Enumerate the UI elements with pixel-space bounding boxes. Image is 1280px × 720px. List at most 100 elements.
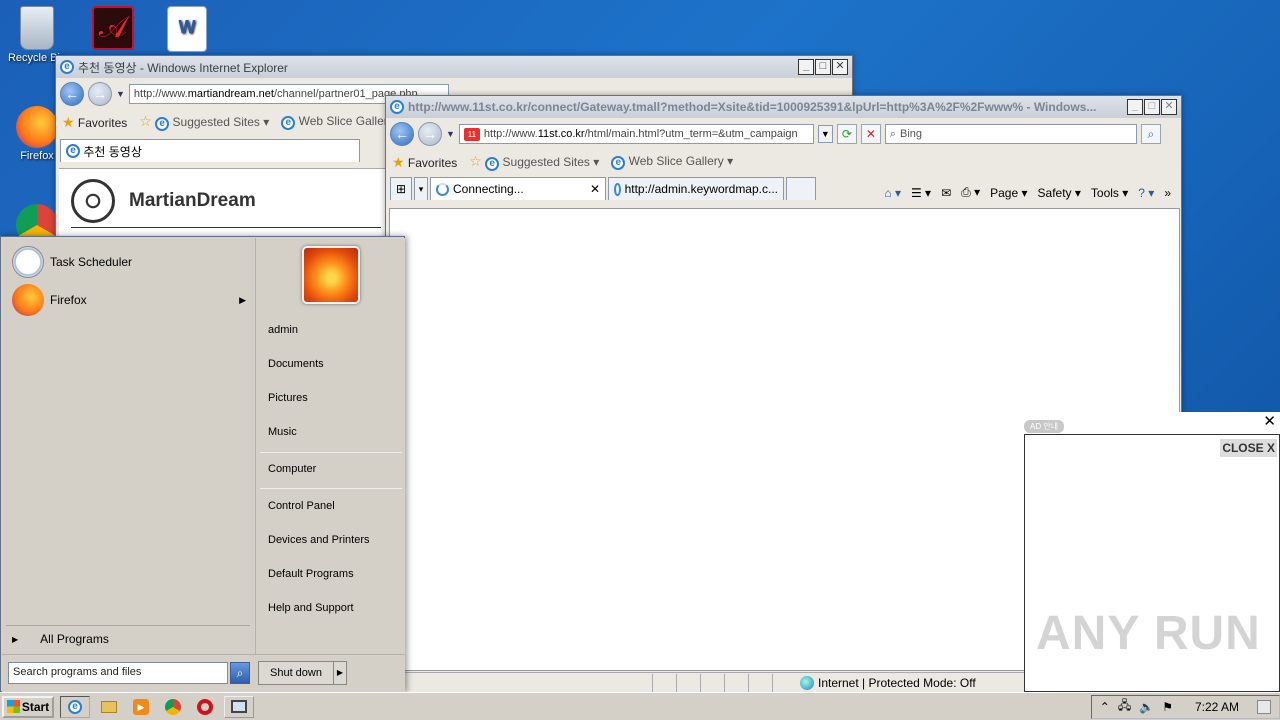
taskbar-chrome[interactable] (160, 696, 186, 718)
favorites-button[interactable]: ★ Favorites (392, 154, 457, 171)
maximize-button[interactable]: □ (815, 59, 831, 75)
forward-button[interactable]: → (88, 82, 112, 106)
tab-martiandream[interactable]: e 추천 동영상 (60, 139, 360, 162)
taskbar: Start e ▶ ⌃ 🖧 🔈 ⚑ 7:22 AM (0, 692, 1280, 720)
desktop-icon-acrobat[interactable]: 𝒜 (78, 6, 148, 52)
address-host: martiandream.net (187, 88, 274, 100)
opera-icon (197, 698, 213, 715)
show-hidden-icons-icon[interactable]: ⌃ (1100, 700, 1110, 714)
page-menu[interactable]: Page ▾ (990, 186, 1027, 200)
search-button[interactable]: ⌕ (1140, 124, 1161, 144)
volume-icon[interactable]: 🔈 (1139, 700, 1154, 714)
taskbar-media-player[interactable]: ▶ (128, 696, 154, 718)
web-slice-gallery-link[interactable]: e Web Slice Gallery (281, 114, 394, 130)
safety-menu[interactable]: Safety ▾ (1038, 186, 1081, 200)
home-icon[interactable]: ⌂ ▾ (884, 186, 901, 200)
address-bar[interactable]: 11 http://www. 11st.co.kr/html/main.html?… (458, 124, 814, 144)
start-link-music[interactable]: Music (268, 426, 297, 438)
start-button[interactable]: Start (2, 695, 54, 718)
program-firefox[interactable]: Firefox ▶ (12, 284, 246, 316)
favorites-button[interactable]: ★ Favorites (62, 114, 127, 131)
close-icon[interactable]: ✕ (1263, 412, 1276, 430)
web-slice-gallery-link[interactable]: e Web Slice Gallery ▾ (611, 154, 733, 170)
network-icon[interactable]: 🖧 (1118, 696, 1131, 717)
start-link-default-programs[interactable]: Default Programs (268, 568, 354, 580)
tab-connecting[interactable]: Connecting... ✕ (430, 177, 606, 200)
overflow-chevron-icon[interactable]: » (1164, 186, 1171, 200)
site-favicon-icon: 11 (463, 127, 480, 141)
help-icon[interactable]: ? ▾ (1138, 186, 1154, 200)
window-title: 추천 동영상 - Windows Internet Explorer (78, 60, 288, 75)
start-link-control-panel[interactable]: Control Panel (268, 500, 335, 512)
maximize-button[interactable]: □ (1144, 99, 1160, 115)
new-tab-button[interactable] (786, 177, 816, 200)
ad-close-button[interactable]: CLOSE X (1220, 439, 1277, 457)
taskbar-opera[interactable] (192, 696, 218, 718)
internet-zone-icon (800, 675, 814, 690)
ad-tag: AD 안내 (1024, 420, 1065, 433)
shutdown-options-button[interactable]: ▶ (333, 661, 347, 685)
refresh-button[interactable]: ⟳ (836, 124, 857, 144)
word-document-icon: W (167, 6, 207, 52)
mail-icon[interactable]: ✉ (941, 186, 951, 200)
anyrun-watermark: ANY RUN (1036, 607, 1261, 660)
start-link-pictures[interactable]: Pictures (268, 392, 308, 404)
start-menu-programs: Task Scheduler Firefox ▶ ▶ All Programs (2, 238, 254, 654)
suggested-sites-link[interactable]: ☆ e Suggested Sites ▾ (469, 153, 599, 171)
user-avatar[interactable] (302, 246, 360, 304)
taskbar-ie[interactable]: e (60, 695, 90, 718)
start-menu[interactable]: Task Scheduler Firefox ▶ ▶ All Programs … (0, 236, 405, 692)
start-search-button[interactable]: ⌕ (230, 662, 250, 684)
start-link-documents[interactable]: Documents (268, 358, 324, 370)
folder-icon (101, 700, 117, 713)
program-task-scheduler[interactable]: Task Scheduler (12, 246, 132, 278)
media-player-icon: ▶ (133, 698, 149, 715)
title-bar[interactable]: e 추천 동영상 - Windows Internet Explorer _ □… (56, 56, 852, 78)
print-icon[interactable]: ⎙ ▾ (961, 185, 980, 200)
clock[interactable]: 7:22 AM (1195, 700, 1239, 714)
quick-tabs-button[interactable]: ⊞ (390, 177, 412, 200)
start-link-help-support[interactable]: Help and Support (268, 602, 354, 614)
shutdown-button[interactable]: Shut down (258, 661, 334, 685)
start-search-input[interactable]: Search programs and files (8, 662, 228, 684)
tab-keywordmap[interactable]: http://admin.keywordmap.c... (608, 177, 784, 200)
close-button[interactable]: ✕ (1161, 99, 1177, 115)
taskbar-explorer[interactable] (96, 696, 122, 718)
stop-button[interactable]: ✕ (860, 124, 881, 144)
address-dropdown-icon[interactable]: ▼ (817, 125, 833, 143)
title-bar[interactable]: e http://www.11st.co.kr/connect/Gateway.… (386, 96, 1181, 118)
feeds-icon[interactable]: ☰ ▾ (911, 186, 931, 200)
show-desktop-button[interactable] (1257, 699, 1271, 714)
ie-icon: e (60, 60, 74, 74)
site-logo[interactable]: MartianDream (71, 179, 256, 223)
recycle-bin-icon (20, 6, 54, 50)
back-button[interactable]: ← (390, 122, 414, 146)
desktop-icon-word[interactable]: W (152, 6, 222, 54)
forward-button[interactable]: → (418, 122, 442, 146)
close-button[interactable]: ✕ (832, 59, 848, 75)
action-center-flag-icon[interactable]: ⚑ (1162, 700, 1173, 714)
ie-icon: e (390, 100, 404, 114)
start-link-computer[interactable]: Computer (268, 463, 316, 475)
quick-tabs-icon: ⊞ (395, 182, 407, 196)
recent-pages-dropdown-icon[interactable]: ▼ (116, 89, 125, 99)
minimize-button[interactable]: _ (1127, 99, 1143, 115)
tools-menu[interactable]: Tools ▾ (1091, 186, 1128, 200)
recent-pages-dropdown-icon[interactable]: ▼ (446, 129, 455, 139)
all-programs-button[interactable]: ▶ All Programs (12, 632, 109, 646)
address-host: 11st.co.kr (537, 128, 585, 140)
arrow-right-icon: ▶ (336, 668, 344, 677)
taskbar-window[interactable] (224, 695, 254, 718)
close-tab-icon[interactable]: ✕ (590, 182, 600, 196)
back-button[interactable]: ← (60, 82, 84, 106)
star-icon: ★ (392, 153, 405, 170)
security-zone[interactable]: Internet | Protected Mode: Off (818, 676, 976, 690)
tab-list-dropdown[interactable]: ▾ (414, 177, 428, 200)
start-link-devices-printers[interactable]: Devices and Printers (268, 534, 370, 546)
search-input[interactable]: ⌕ Bing (884, 124, 1137, 144)
logo-text: MartianDream (129, 190, 256, 211)
start-link-admin[interactable]: admin (268, 324, 298, 336)
add-favorites-icon: ☆ (469, 153, 482, 169)
suggested-sites-link[interactable]: ☆ e Suggested Sites ▾ (139, 113, 269, 131)
minimize-button[interactable]: _ (798, 59, 814, 75)
